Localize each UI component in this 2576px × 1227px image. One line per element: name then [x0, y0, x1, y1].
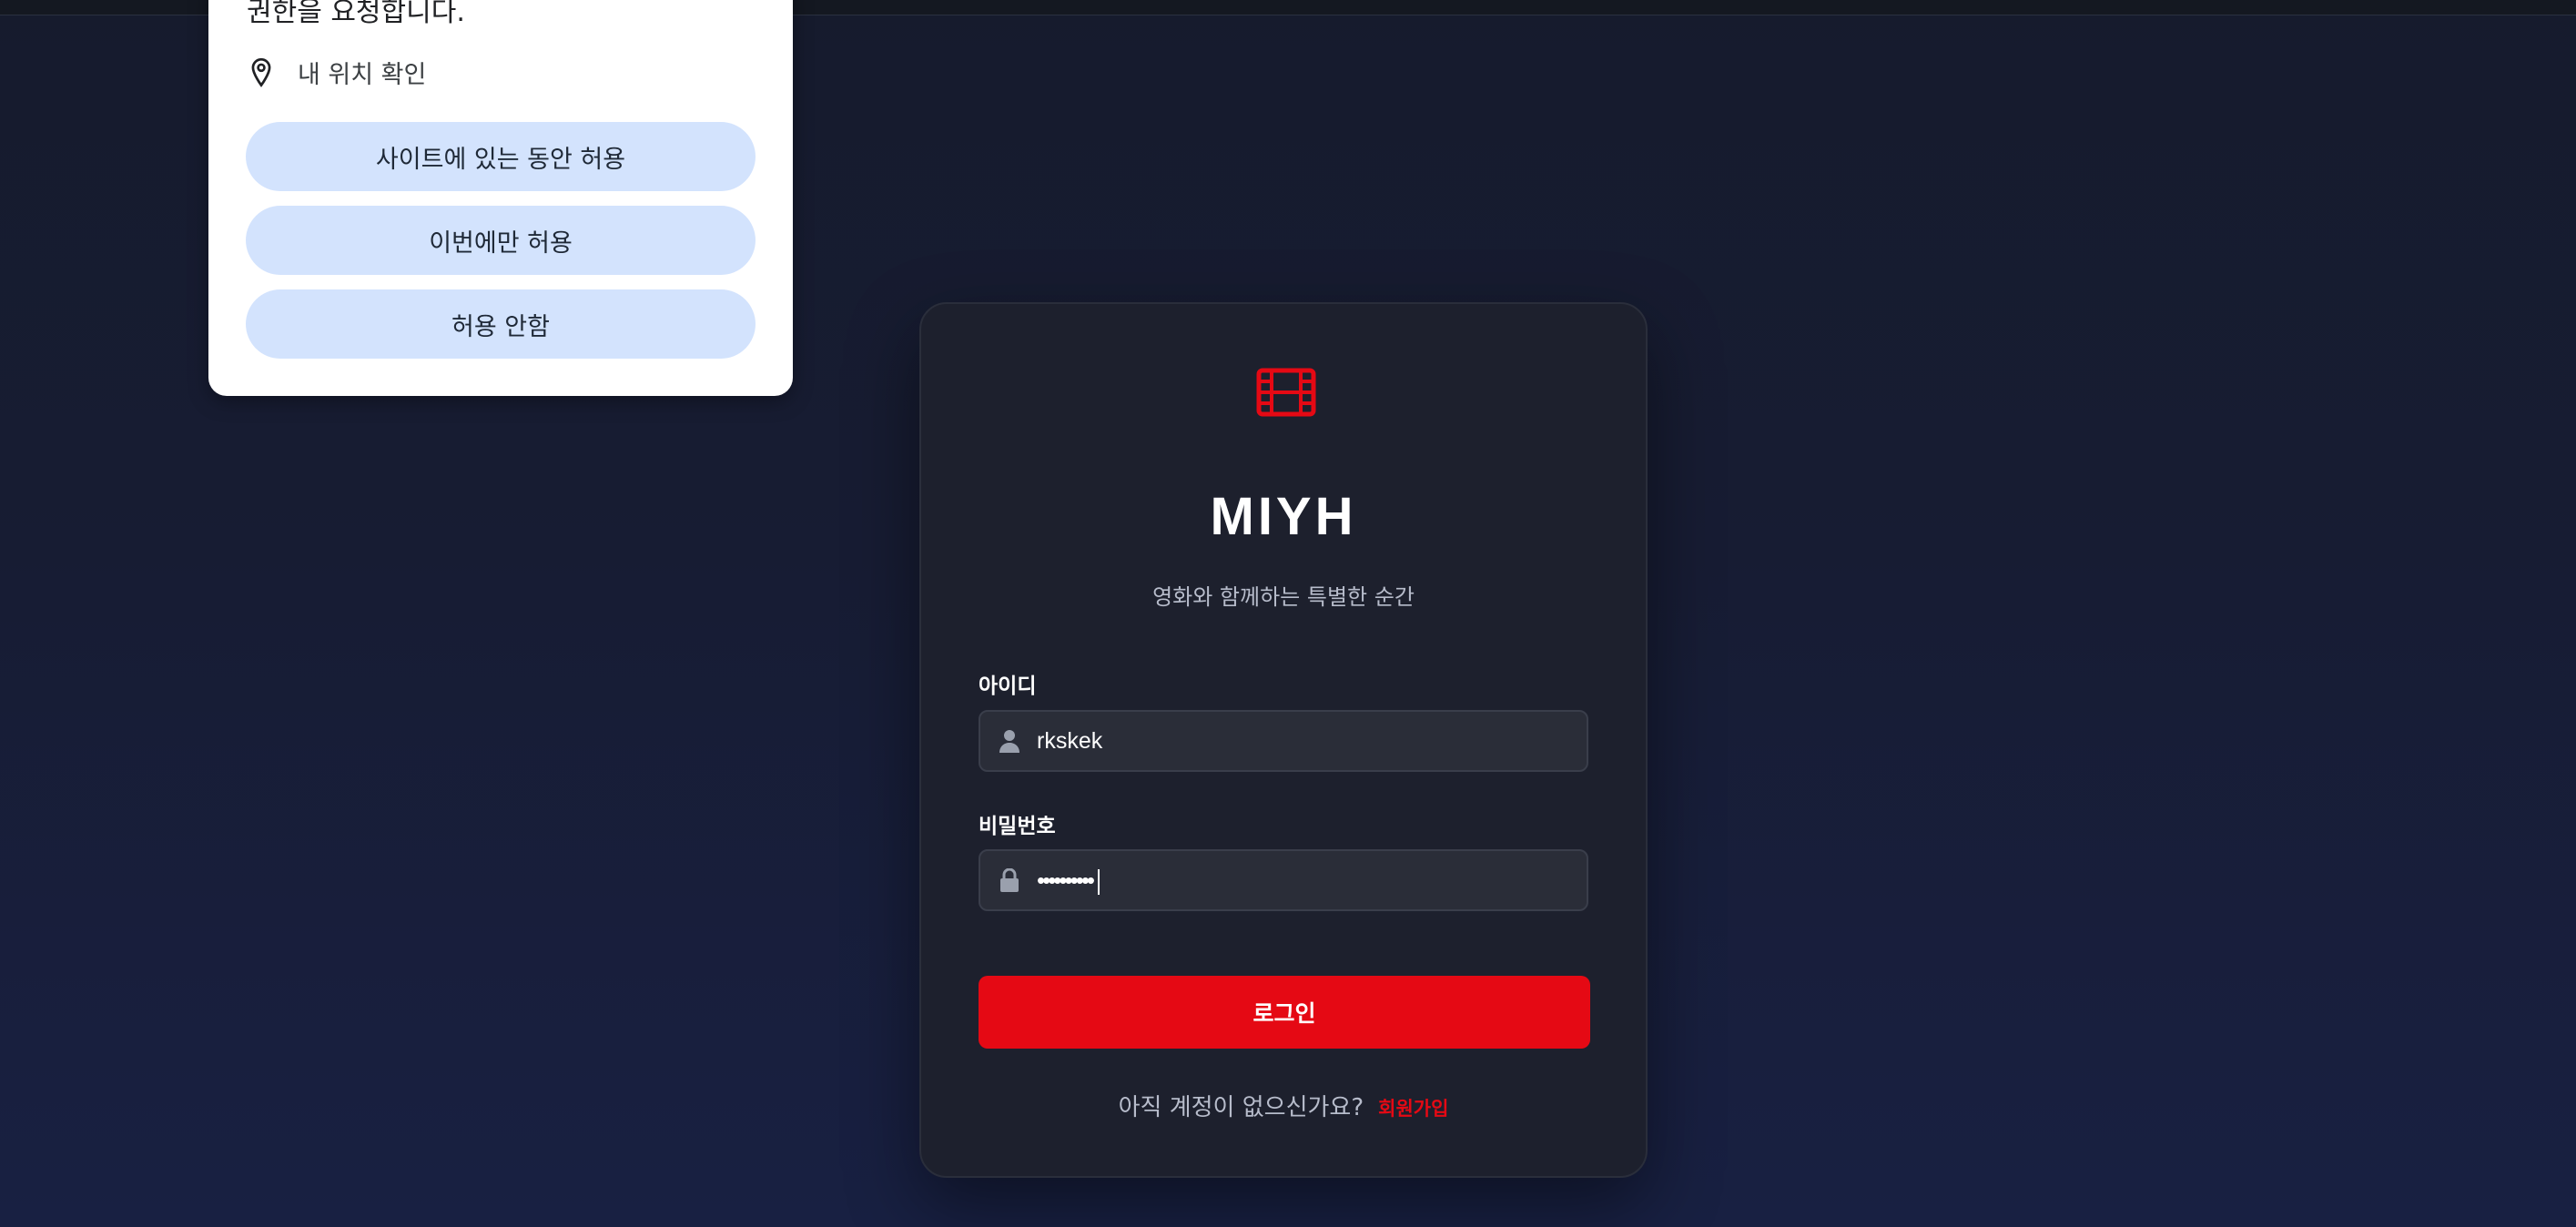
brand-tagline: 영화와 함께하는 특별한 순간: [1152, 584, 1415, 610]
signup-row: 아직 계정이 없으신가요? 회원가입: [921, 1089, 1646, 1122]
login-card: MIYH 영화와 함께하는 특별한 순간 아이디 비밀번호 ••••••••••…: [919, 302, 1648, 1178]
password-label: 비밀번호: [979, 815, 1056, 838]
username-field[interactable]: [979, 710, 1588, 772]
permission-item: 내 위치 확인: [247, 55, 426, 90]
password-input[interactable]: ••••••••••: [1037, 867, 1100, 896]
location-pin-icon: [247, 56, 276, 89]
password-masked-value: ••••••••••: [1037, 867, 1095, 894]
lock-icon: [997, 867, 1022, 893]
signup-link[interactable]: 회원가입: [1378, 1098, 1448, 1120]
password-field[interactable]: ••••••••••: [979, 849, 1588, 911]
user-icon: [997, 728, 1022, 754]
login-button[interactable]: 로그인: [979, 976, 1590, 1049]
location-permission-popup: 권한을 요청합니다. 내 위치 확인 사이트에 있는 동안 허용 이번에만 허용…: [208, 0, 793, 396]
permission-label: 내 위치 확인: [298, 61, 427, 89]
brand-title: MIYH: [1210, 487, 1357, 546]
allow-while-on-site-button[interactable]: 사이트에 있는 동안 허용: [246, 122, 756, 191]
allow-this-time-button[interactable]: 이번에만 허용: [246, 206, 756, 275]
text-caret: [1098, 869, 1100, 896]
signup-prompt: 아직 계정이 없으신가요?: [1118, 1094, 1364, 1121]
username-input[interactable]: [1037, 712, 1574, 770]
film-icon: [1256, 368, 1316, 417]
permission-description: 권한을 요청합니다.: [247, 0, 465, 28]
deny-button[interactable]: 허용 안함: [246, 289, 756, 359]
username-label: 아이디: [979, 674, 1037, 698]
